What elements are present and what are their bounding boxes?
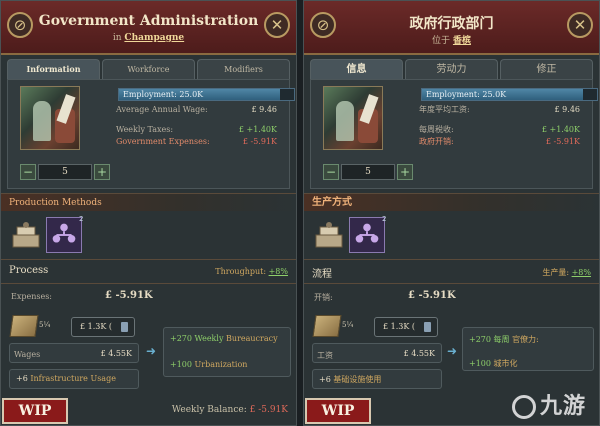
location-link[interactable]: 香槟 xyxy=(453,36,471,46)
building-portrait xyxy=(323,86,383,150)
throughput-value[interactable]: +8% xyxy=(269,267,288,276)
infra-usage: +6 基础设施使用 xyxy=(319,375,382,384)
building-location: 位于 香槟 xyxy=(340,33,563,46)
increase-level-button[interactable]: + xyxy=(94,164,110,180)
tab-modifiers[interactable]: Modifiers xyxy=(197,59,290,79)
process-title: Process xyxy=(9,265,49,276)
output-urbanization: +100 城市化 xyxy=(469,359,518,368)
input-good-paper[interactable]: 5¼ £ 1.3K ( xyxy=(9,315,137,339)
throughput-value[interactable]: +8% xyxy=(572,268,591,277)
pin-icon[interactable]: ⊘ xyxy=(310,12,336,38)
throughput: Throughput: +8% xyxy=(215,267,288,276)
level-value: 5 xyxy=(341,164,395,180)
expenses-value: £ -5.91K xyxy=(408,290,456,301)
panel-header: ⊘ Government Administration in Champagne… xyxy=(1,1,296,55)
site-watermark: 九游 xyxy=(512,388,594,419)
level-stepper: − 5 + xyxy=(323,164,413,180)
infra-usage: +6 Infrastructure Usage xyxy=(16,374,116,383)
level-stepper: − 5 + xyxy=(20,164,110,180)
panel-header: ⊘ 政府行政部门 位于 香槟 ✕ xyxy=(304,1,599,55)
desk-icon[interactable] xyxy=(314,219,344,251)
building-title: 政府行政部门 xyxy=(409,16,494,32)
input-good-paper[interactable]: 5¼ £ 1.3K ( xyxy=(312,315,440,339)
wip-badge-left: WIP xyxy=(2,398,68,424)
wages-box: 工资 £ 4.55K xyxy=(312,343,442,363)
building-portrait xyxy=(20,86,80,150)
close-icon[interactable]: ✕ xyxy=(264,12,290,38)
decrease-level-button[interactable]: − xyxy=(323,164,339,180)
wages-label: Wages xyxy=(14,350,41,359)
building-panel-english: ⊘ Government Administration in Champagne… xyxy=(0,0,297,426)
building-location: in Champagne xyxy=(37,33,260,43)
info-section: Employment: 25.0K Average Annual Wage: £ … xyxy=(7,79,295,189)
increase-level-button[interactable]: + xyxy=(397,164,413,180)
bureaucrats-pm-icon[interactable] xyxy=(46,217,82,253)
expenses-label: 开销: xyxy=(314,293,333,302)
level-value: 5 xyxy=(38,164,92,180)
infra-box: +6 基础设施使用 xyxy=(312,369,442,389)
building-title: Government Administration xyxy=(38,13,259,29)
employment-label: Employment: 25.0K xyxy=(426,90,507,99)
input-cost: £ 1.3K ( xyxy=(374,317,438,337)
building-panel-chinese: ⊘ 政府行政部门 位于 香槟 ✕ 信息 劳动力 修正 Employment: 2… xyxy=(303,0,600,426)
arrow-right-icon: ➜ xyxy=(447,344,458,358)
wages-box: Wages £ 4.55K xyxy=(9,343,139,363)
close-icon[interactable]: ✕ xyxy=(567,12,593,38)
stat-expenses: 政府开销: £ -5.91K xyxy=(419,137,580,146)
input-qty: 5¼ xyxy=(39,321,51,329)
tab-bar: Information Workforce Modifiers xyxy=(7,59,290,79)
pin-icon[interactable]: ⊘ xyxy=(7,12,33,38)
paper-icon xyxy=(9,315,39,337)
wages-value: £ 4.55K xyxy=(100,349,132,358)
location-link[interactable]: Champagne xyxy=(124,33,184,43)
stat-wage: 年度平均工资: £ 9.46 xyxy=(419,105,580,114)
output-urbanization: +100 Urbanization xyxy=(170,360,248,369)
output-bureaucracy: +270 每周 官僚力: xyxy=(469,335,539,344)
tab-information[interactable]: Information xyxy=(7,59,100,79)
production-methods-header: Production Methods xyxy=(1,193,296,211)
output-bureaucracy: +270 Weekly Bureaucracy xyxy=(170,334,278,343)
wip-badge-right: WIP xyxy=(305,398,371,424)
tab-modifiers[interactable]: 修正 xyxy=(500,59,593,79)
expenses-value: £ -5.91K xyxy=(105,290,153,301)
stat-taxes: Weekly Taxes: £ +1.40K xyxy=(116,125,277,134)
stat-expenses: Government Expenses: £ -5.91K xyxy=(116,137,277,146)
employment-label: Employment: 25.0K xyxy=(123,90,204,99)
stat-wage: Average Annual Wage: £ 9.46 xyxy=(116,105,277,114)
process-row: Process Throughput: +8% xyxy=(1,265,296,283)
stat-taxes: 每周税收: £ +1.40K xyxy=(419,125,580,134)
location-prefix: in xyxy=(112,33,122,43)
production-methods-header: 生产方式 xyxy=(304,193,599,211)
watermark-logo-icon xyxy=(512,395,536,419)
pm-count-badge: 2 xyxy=(79,215,84,223)
pm-count-badge: 2 xyxy=(382,215,387,223)
wages-label: 工资 xyxy=(317,351,333,360)
weekly-balance: Weekly Balance: £ -5.91K xyxy=(171,405,288,415)
outputs-box: +270 Weekly Bureaucracy +100 Urbanizatio… xyxy=(163,327,291,377)
expenses-label: Expenses: xyxy=(11,292,52,301)
bureaucrats-pm-icon[interactable] xyxy=(349,217,385,253)
infra-box: +6 Infrastructure Usage xyxy=(9,369,139,389)
throughput: 生产量: +8% xyxy=(542,268,591,277)
decrease-level-button[interactable]: − xyxy=(20,164,36,180)
employment-bar: Employment: 25.0K xyxy=(421,88,598,101)
input-qty: 5¼ xyxy=(342,321,354,329)
tab-workforce[interactable]: Workforce xyxy=(102,59,195,79)
process-row: 流程 生产量: +8% xyxy=(304,265,599,283)
desk-icon[interactable] xyxy=(11,219,41,251)
location-prefix: 位于 xyxy=(432,36,451,46)
process-title: 流程 xyxy=(312,269,332,280)
tab-information[interactable]: 信息 xyxy=(310,59,403,79)
arrow-right-icon: ➜ xyxy=(146,344,157,358)
input-cost: £ 1.3K ( xyxy=(71,317,135,337)
info-section: Employment: 25.0K 年度平均工资: £ 9.46 每周税收: £ +… xyxy=(310,79,598,189)
tab-workforce[interactable]: 劳动力 xyxy=(405,59,498,79)
tab-bar: 信息 劳动力 修正 xyxy=(310,59,593,79)
wages-value: £ 4.55K xyxy=(403,349,435,358)
employment-bar: Employment: 25.0K xyxy=(118,88,295,101)
paper-icon xyxy=(312,315,342,337)
outputs-box: +270 每周 官僚力: +100 城市化 xyxy=(462,327,594,371)
